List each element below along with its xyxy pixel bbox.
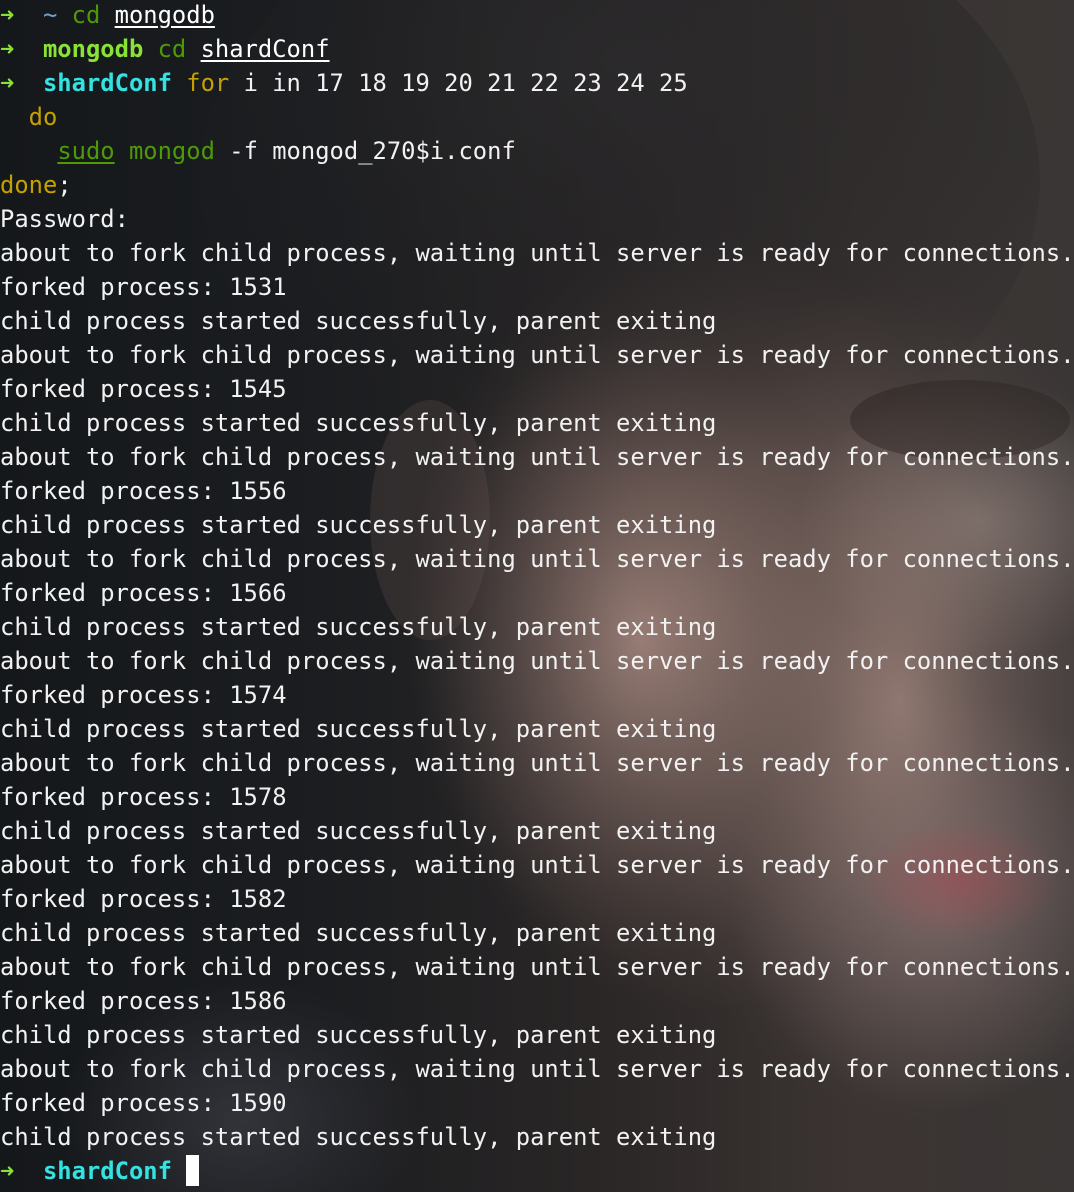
output-line: child process started successfully, pare… [0, 715, 717, 743]
command-verb: cd [71, 1, 101, 29]
command-sudo: sudo [57, 137, 115, 165]
output-line: forked process: 1574 [0, 681, 287, 709]
output-line: about to fork child process, waiting unt… [0, 443, 1074, 471]
prompt-directory: mongodb [42, 35, 144, 63]
output-line: child process started successfully, pare… [0, 409, 717, 437]
output-line: child process started successfully, pare… [0, 613, 717, 641]
output-line: child process started successfully, pare… [0, 307, 717, 335]
output-line: about to fork child process, waiting unt… [0, 749, 1074, 777]
terminal-window[interactable]: ➜ ~ cd mongodb ➜ mongodb cd shardConf ➜ … [0, 0, 1074, 1192]
output-line: child process started successfully, pare… [0, 817, 717, 845]
prompt-line: ➜ shardConf for i in 17 18 19 20 21 22 2… [0, 66, 1074, 100]
terminal-output: ➜ ~ cd mongodb ➜ mongodb cd shardConf ➜ … [0, 0, 1074, 1188]
output-line: about to fork child process, waiting unt… [0, 341, 1074, 369]
keyword-done: done [0, 171, 58, 199]
command-args: -f mongod_270$i.conf [229, 137, 516, 165]
loop-range: i in 17 18 19 20 21 22 23 24 25 [243, 69, 688, 97]
output-line: forked process: 1556 [0, 477, 287, 505]
prompt-directory: shardConf [42, 1157, 172, 1185]
output-line: about to fork child process, waiting unt… [0, 851, 1074, 879]
keyword-do: do [28, 103, 58, 131]
output-line: about to fork child process, waiting unt… [0, 545, 1074, 573]
keyword-for: for [186, 69, 230, 97]
right-arrow-icon: ➜ [0, 1, 15, 29]
output-line: about to fork child process, waiting unt… [0, 647, 1074, 675]
command-line: done; [0, 168, 1074, 202]
output-line: child process started successfully, pare… [0, 1021, 717, 1049]
output-line: about to fork child process, waiting unt… [0, 1055, 1074, 1083]
semicolon: ; [57, 171, 72, 199]
prompt-directory: ~ [42, 1, 58, 29]
prompt-line: ➜ mongodb cd shardConf [0, 32, 1074, 66]
command-verb: cd [157, 35, 187, 63]
command-line: do [0, 100, 1074, 134]
prompt-directory: shardConf [42, 69, 172, 97]
output-line: child process started successfully, pare… [0, 511, 717, 539]
command-program: mongod [128, 137, 215, 165]
output-line: forked process: 1545 [0, 375, 287, 403]
output-line: forked process: 1566 [0, 579, 287, 607]
prompt-line: ➜ ~ cd mongodb [0, 0, 1074, 32]
output-line: forked process: 1590 [0, 1089, 287, 1117]
text-cursor[interactable] [186, 1155, 200, 1186]
output-line: child process started successfully, pare… [0, 919, 717, 947]
right-arrow-icon: ➜ [0, 69, 15, 97]
prompt-line[interactable]: ➜ shardConf [0, 1154, 1074, 1188]
command-argument: mongodb [114, 1, 215, 29]
output-line: forked process: 1531 [0, 273, 287, 301]
command-line: sudo mongod -f mongod_270$i.conf [0, 134, 1074, 168]
right-arrow-icon: ➜ [0, 1157, 15, 1185]
output-line: child process started successfully, pare… [0, 1123, 717, 1151]
right-arrow-icon: ➜ [0, 35, 15, 63]
output-line: forked process: 1586 [0, 987, 287, 1015]
output-line: about to fork child process, waiting unt… [0, 953, 1074, 981]
output-line: about to fork child process, waiting unt… [0, 239, 1074, 267]
command-argument: shardConf [200, 35, 330, 63]
output-line: forked process: 1578 [0, 783, 287, 811]
password-prompt: Password: [0, 205, 129, 233]
output-line: forked process: 1582 [0, 885, 287, 913]
